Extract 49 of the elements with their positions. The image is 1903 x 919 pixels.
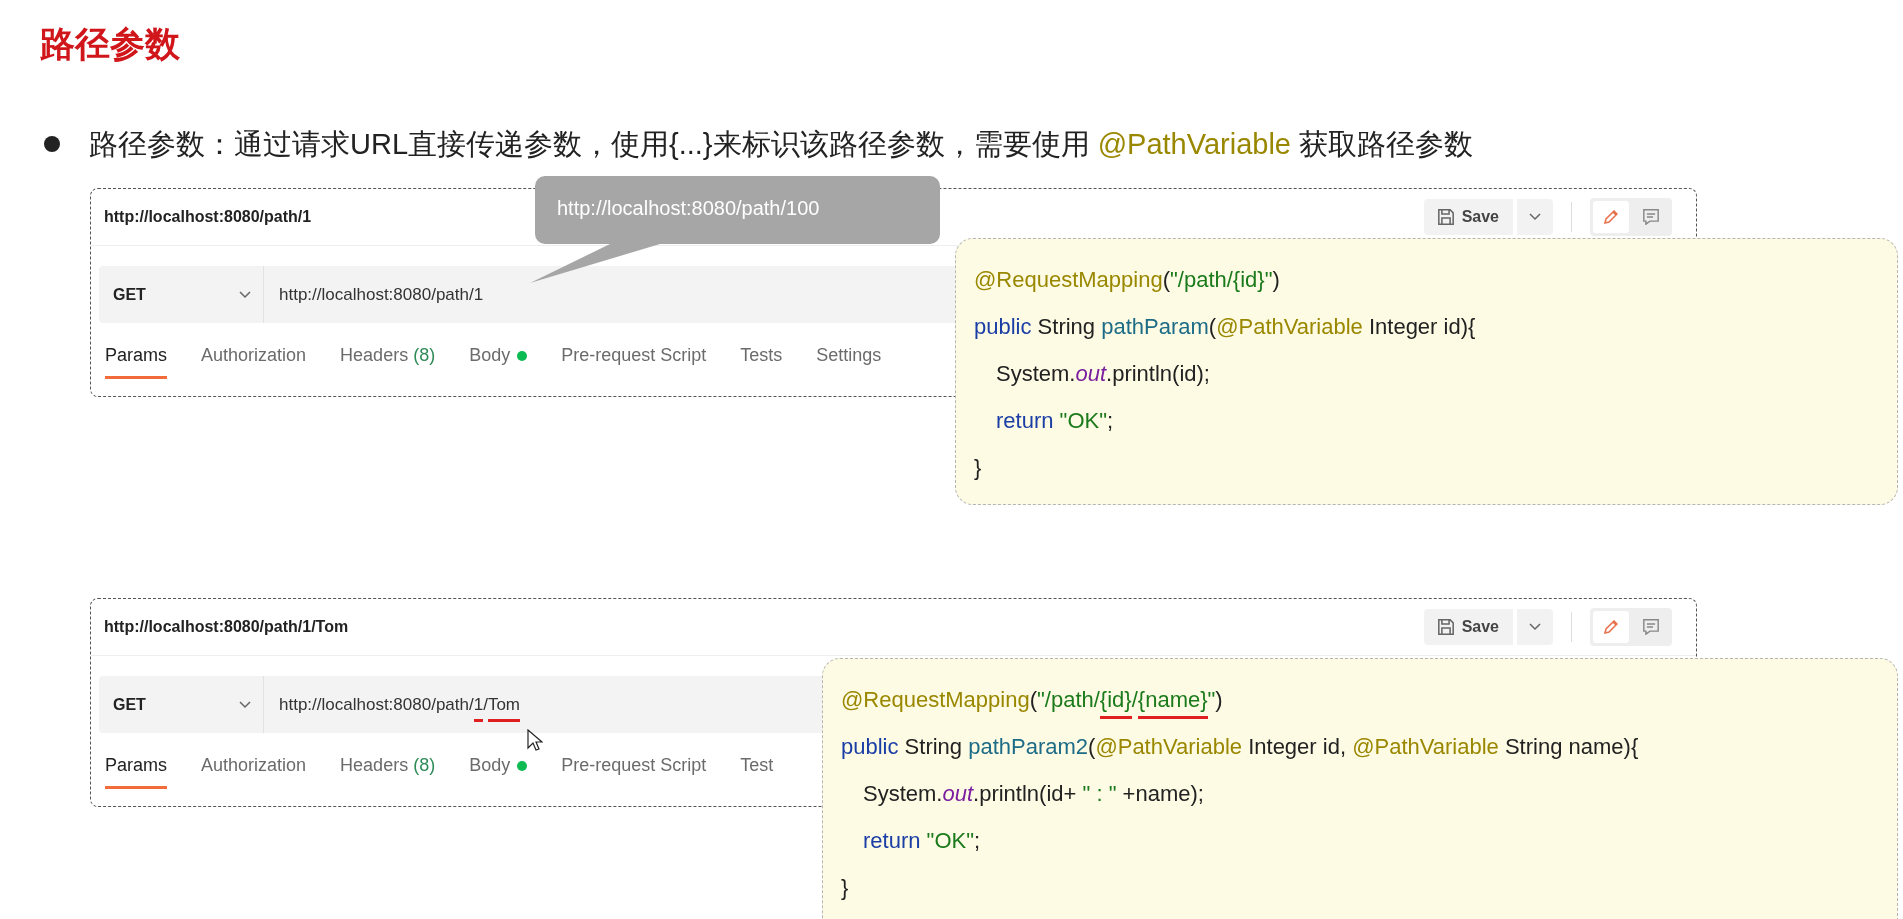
code-line: System.out.println(id+ " : " +name); [862,779,1205,808]
floppy-icon [1437,619,1454,635]
url-field[interactable]: http://localhost:8080/path/1 [264,266,484,323]
chevron-icon [1529,213,1541,221]
code-line: System.out.println(id); [995,359,1211,388]
code-line: return "OK"; [862,826,982,855]
request-title: http://localhost:8080/path/1 [104,208,312,226]
code-line: @RequestMapping("/path/{id}/{name}") [841,677,1879,724]
tab[interactable]: Settings [816,339,882,379]
bullet-icon [44,136,60,152]
edit-button[interactable] [1593,201,1629,233]
tab[interactable]: Params [105,339,167,379]
tab[interactable]: Body [469,339,528,379]
url-field[interactable]: http://localhost:8080/path/1/Tom [264,676,521,733]
dropdown-button[interactable] [1517,199,1553,235]
tab[interactable]: Authorization [201,749,307,789]
slide-title: 路径参数 [39,23,180,65]
floppy-icon [1437,209,1454,225]
tab[interactable]: Headers (8) [340,339,436,379]
tab[interactable]: Params [105,749,167,789]
dropdown-button[interactable] [1517,609,1553,645]
tab[interactable]: Test [740,749,774,789]
chevron-icon [1529,623,1541,631]
chevron-icon [239,700,251,709]
save-button[interactable]: Save [1423,199,1513,235]
tab[interactable]: Authorization [201,339,307,379]
method-select[interactable]: GET [99,676,264,733]
edit-button[interactable] [1593,611,1629,643]
comment-icon [1643,209,1659,225]
pencil-icon [1604,620,1618,634]
code-line: @RequestMapping("/path/{id}") [974,265,1281,294]
pencil-icon [1604,210,1618,224]
tab[interactable]: Body [469,749,528,789]
bubble-text: http://localhost:8080/path/100 [557,197,820,220]
code-line: public String pathParam2(@PathVariable Integer id, @PathVariable String name){ [841,732,1640,761]
request-title: http://localhost:8080/path/1/Tom [104,618,349,636]
code-line: } [841,873,850,902]
method-select[interactable]: GET [99,266,264,323]
comment-icon [1643,619,1659,635]
code-line: return "OK"; [995,406,1115,435]
tab[interactable]: Tests [740,339,783,379]
code-line: public String pathParam(@PathVariable Integer id){ [974,312,1477,341]
tab[interactable]: Pre-request Script [561,749,707,789]
bullet-text: 路径参数：通过请求URL直接传递参数，使用{...}来标识该路径参数，需要使用 @PathVariable 获取路径参数 [89,127,1474,162]
save-button[interactable]: Save [1423,609,1513,645]
tab[interactable]: Headers (8) [340,749,436,789]
code-line: } [974,453,983,482]
chevron-icon [239,290,251,299]
tab[interactable]: Pre-request Script [561,339,707,379]
